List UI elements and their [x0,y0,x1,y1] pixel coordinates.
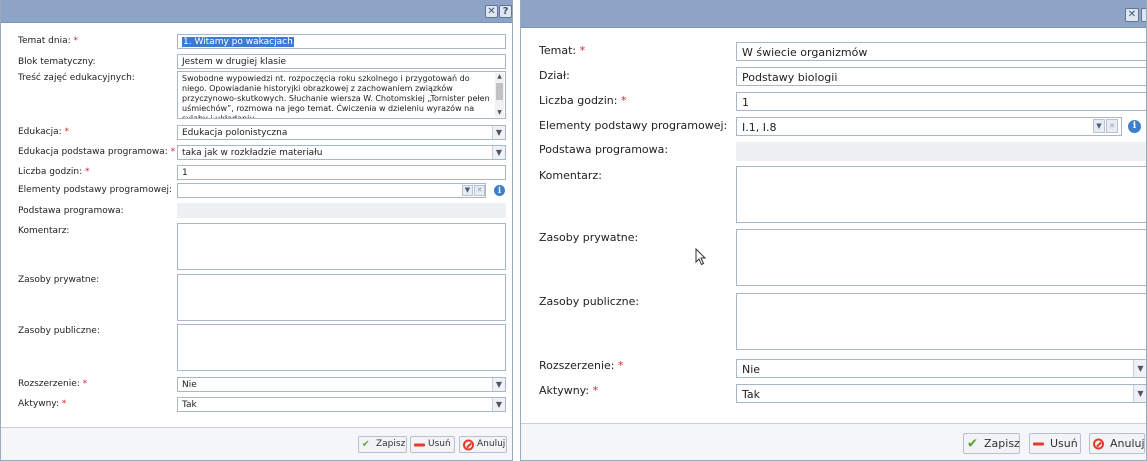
podstawa-programowa-label: Podstawa programowa: [539,143,669,156]
rozszerzenie-select[interactable]: Nie ▼ [736,359,1146,378]
komentarz-label: Komentarz: [539,169,602,182]
save-button[interactable]: ✔ Zapisz [963,433,1020,454]
zasoby-prywatne-label: Zasoby prywatne: [539,231,639,244]
podstawa-programowa-label: Podstawa programowa: [18,206,124,216]
elementy-pp-label: Elementy podstawy programowej: [539,119,728,132]
scroll-down-icon[interactable]: ▼ [495,109,504,117]
liczba-godzin-label: Liczba godzin: * [539,94,627,107]
chevron-down-icon[interactable]: ▼ [492,378,505,391]
aktywny-label: Aktywny: * [539,384,599,397]
delete-button[interactable]: Usuń [1029,433,1081,454]
delete-button[interactable]: Usuń [410,436,455,453]
rozszerzenie-select[interactable]: Nie ▼ [177,377,506,392]
zasoby-publiczne-textarea[interactable] [177,324,506,371]
aktywny-label: Aktywny: * [18,399,67,409]
blok-tematyczny-label: Blok tematyczny: [18,57,96,67]
rozszerzenie-label: Rozszerzenie: * [18,379,88,389]
liczba-godzin-input[interactable]: 1 [177,165,506,180]
aktywny-select[interactable]: Tak ▼ [736,384,1146,403]
check-icon: ✔ [967,436,978,451]
edukacja-pp-label: Edukacja podstawa programowa: * [18,147,176,157]
zasoby-prywatne-textarea[interactable] [177,274,506,321]
tresc-zajec-text: Swobodne wypowiedzi nt. rozpoczęcia roku… [182,74,490,119]
edukacja-select[interactable]: Edukacja polonistyczna ▼ [177,125,506,140]
lesson-dialog-left: ✕ ? Temat dnia: * 1. Witamy po wakacjach… [0,0,513,461]
dzial-input[interactable]: Podstawy biologii [736,67,1146,86]
cancel-icon [1093,438,1104,449]
close-icon[interactable]: ✕ [1125,8,1139,22]
help-icon[interactable]: ? [499,5,512,18]
zasoby-publiczne-label: Zasoby publiczne: [18,326,100,336]
komentarz-textarea[interactable] [177,223,506,270]
temat-dnia-input[interactable]: 1. Witamy po wakacjach [177,34,506,49]
cancel-button[interactable]: Anuluj [1089,433,1145,454]
dialog-titlebar: ✕ ? [521,0,1146,28]
dialog-footer: ✔ Zapisz Usuń Anuluj [521,423,1146,460]
elementy-pp-label: Elementy podstawy programowej: [18,185,173,195]
zasoby-prywatne-textarea[interactable] [736,229,1146,286]
komentarz-textarea[interactable] [736,166,1146,223]
zasoby-publiczne-label: Zasoby publiczne: [539,295,640,308]
info-icon[interactable]: i [1128,120,1141,133]
dialog-footer: ✔ Zapisz Usuń Anuluj [1,427,512,460]
lesson-dialog-right: ✕ ? Temat: * W świecie organizmów Dział:… [520,0,1147,461]
cancel-button[interactable]: Anuluj [459,436,507,453]
chevron-down-icon[interactable]: ▼ [1133,385,1146,402]
dzial-label: Dział: [539,69,570,82]
clear-icon[interactable]: ✕ [474,185,485,196]
podstawa-programowa-value [177,203,506,218]
cancel-icon [463,439,474,450]
liczba-godzin-label: Liczba godzin: * [18,167,90,177]
temat-dnia-label: Temat dnia: * [18,36,79,46]
edukacja-label: Edukacja: * [18,127,70,137]
chevron-down-icon[interactable]: ▼ [1093,119,1105,133]
textarea-scrollbar[interactable]: ▲ ▼ [495,73,504,117]
scroll-up-icon[interactable]: ▲ [495,73,504,81]
info-icon[interactable]: i [494,185,505,196]
check-icon: ✔ [362,439,370,449]
rozszerzenie-label: Rozszerzenie: * [539,359,624,372]
help-icon[interactable]: ? [1141,8,1146,22]
chevron-down-icon[interactable]: ▼ [462,185,473,196]
minus-icon [1033,442,1044,445]
temat-input[interactable]: W świecie organizmów [736,42,1146,61]
save-button[interactable]: ✔ Zapisz [358,436,407,453]
komentarz-label: Komentarz: [18,226,70,236]
chevron-down-icon[interactable]: ▼ [492,126,505,139]
clear-icon[interactable]: ✕ [1106,119,1118,133]
chevron-down-icon[interactable]: ▼ [1133,360,1146,377]
mouse-cursor-icon [695,248,707,266]
zasoby-publiczne-textarea[interactable] [736,293,1146,350]
temat-label: Temat: * [539,44,586,57]
elementy-pp-input[interactable] [177,183,486,198]
scroll-thumb[interactable] [496,83,503,100]
tresc-zajec-textarea[interactable]: Swobodne wypowiedzi nt. rozpoczęcia roku… [177,71,506,119]
chevron-down-icon[interactable]: ▼ [492,398,505,411]
edukacja-pp-select[interactable]: taka jak w rozkładzie materiału ▼ [177,145,506,160]
liczba-godzin-input[interactable]: 1 [736,92,1146,111]
chevron-down-icon[interactable]: ▼ [492,146,505,159]
elementy-pp-input[interactable]: I.1, I.8 [736,117,1122,136]
aktywny-select[interactable]: Tak ▼ [177,397,506,412]
minus-icon [414,443,425,446]
podstawa-programowa-value [736,142,1146,161]
blok-tematyczny-input[interactable]: Jestem w drugiej klasie [177,54,506,69]
close-icon[interactable]: ✕ [485,5,498,18]
panel-gap [513,0,520,461]
tresc-zajec-label: Treść zajęć edukacyjnych: [18,73,135,83]
zasoby-prywatne-label: Zasoby prywatne: [18,275,100,285]
dialog-titlebar: ✕ ? [1,0,512,23]
